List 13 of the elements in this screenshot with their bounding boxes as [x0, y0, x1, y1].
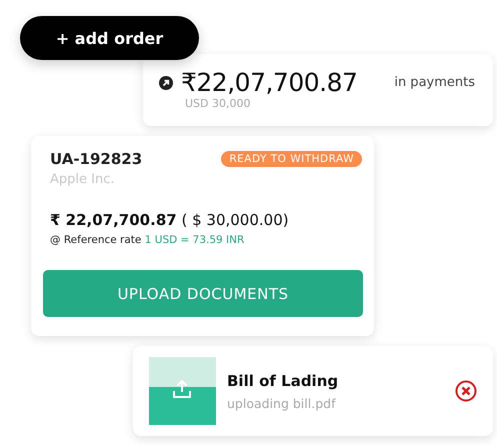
arrow-circle-icon — [159, 76, 173, 90]
payments-label: in payments — [394, 75, 475, 90]
order-amount: ₹ 22,07,700.87 ( $ 30,000.00) — [50, 211, 290, 229]
order-id: UA-192823 — [50, 150, 142, 168]
add-order-button[interactable]: + add order — [20, 16, 199, 60]
document-title: Bill of Lading — [227, 372, 338, 390]
status-badge: READY TO WITHDRAW — [221, 151, 362, 167]
upload-icon — [172, 379, 192, 399]
close-button[interactable] — [455, 380, 477, 402]
usd-amount: USD 30,000 — [185, 97, 252, 110]
reference-rate: @ Reference rate 1 USD = 73.59 INR — [50, 234, 246, 246]
upload-status: uploading bill.pdf — [227, 396, 337, 410]
payment-amount: ₹22,07,700.87 — [181, 68, 358, 97]
